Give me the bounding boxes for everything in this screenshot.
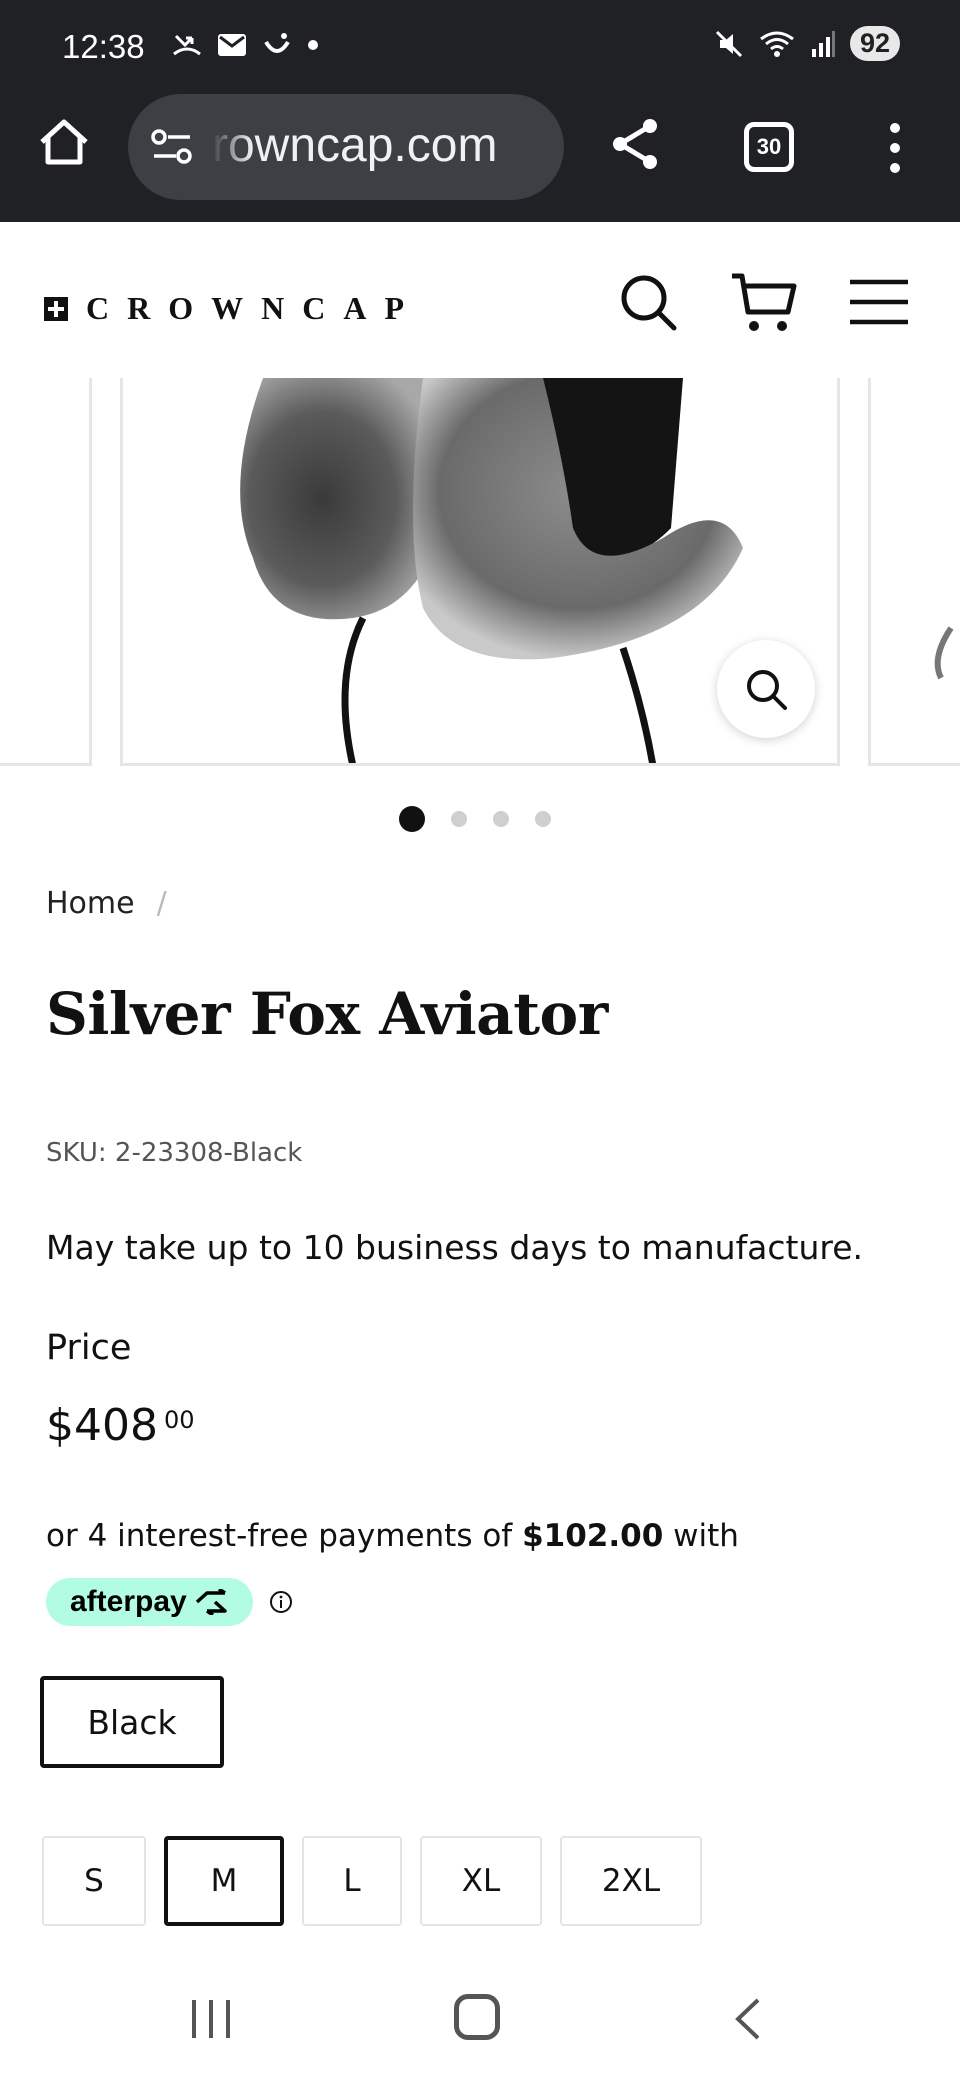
wifi-icon (760, 31, 794, 57)
zoom-icon (747, 670, 787, 710)
gallery-dots (0, 806, 960, 832)
afterpay-arrows-icon (195, 1589, 227, 1615)
product-gallery[interactable] (0, 378, 960, 768)
mute-icon (715, 30, 743, 57)
afterpay-prefix: or 4 interest-free payments of (46, 1518, 513, 1554)
product-title: Silver Fox Aviator (46, 980, 608, 1048)
next-image-edge (934, 626, 954, 680)
size-option-s[interactable]: S (42, 1836, 146, 1926)
color-option-black[interactable]: Black (40, 1676, 224, 1768)
gallery-slide-active[interactable] (120, 378, 840, 766)
url-bar: rowncap.com 30 (0, 92, 960, 202)
browser-chrome: 12:38 92 rowncap.com 30 (0, 0, 960, 222)
afterpay-suffix: with (673, 1518, 739, 1554)
price-cents: 00 (163, 1406, 195, 1434)
breadcrumb: Home / (46, 886, 167, 921)
gallery-dot[interactable] (535, 811, 551, 827)
home-icon[interactable] (36, 114, 92, 170)
back-icon[interactable] (730, 1996, 766, 2042)
gallery-slide-prev[interactable] (0, 378, 92, 766)
share-icon[interactable] (606, 114, 666, 174)
logo-text: CROWNCAP (86, 290, 422, 326)
breadcrumb-home[interactable]: Home (46, 886, 135, 921)
price-label: Price (46, 1328, 132, 1368)
size-options: S M L XL 2XL (42, 1836, 702, 1926)
afterpay-row: afterpay (46, 1578, 293, 1626)
battery-level: 92 (849, 26, 900, 61)
status-bar: 12:38 92 (0, 0, 960, 92)
logo-mark (44, 296, 68, 321)
breadcrumb-separator: / (156, 886, 167, 921)
afterpay-brand: afterpay (70, 1585, 187, 1618)
price-main: $408 (46, 1400, 158, 1451)
size-option-l[interactable]: L (302, 1836, 402, 1926)
address-field[interactable]: rowncap.com (128, 94, 564, 200)
size-option-xl[interactable]: XL (420, 1836, 542, 1926)
smile-icon (264, 33, 290, 53)
dot-icon (308, 40, 318, 50)
info-icon[interactable] (269, 1590, 293, 1614)
gallery-dot[interactable] (493, 811, 509, 827)
system-nav-bar (0, 1964, 960, 2080)
notification-icons (172, 30, 320, 60)
afterpay-logo[interactable]: afterpay (46, 1578, 253, 1626)
url-text: rowncap.com (212, 119, 498, 172)
zoom-button[interactable] (717, 640, 815, 738)
afterpay-amount: $102.00 (522, 1518, 664, 1554)
product-sku: SKU: 2-23308-Black (46, 1138, 303, 1168)
site-header: CROWNCAP (0, 222, 960, 378)
manufacture-note: May take up to 10 business days to manuf… (46, 1228, 864, 1267)
more-options-icon[interactable] (880, 118, 910, 178)
gallery-dot[interactable] (399, 806, 425, 832)
tab-switcher-button[interactable]: 30 (744, 122, 794, 172)
gallery-slide-next[interactable] (868, 378, 960, 766)
size-option-m[interactable]: M (164, 1836, 284, 1926)
product-price: $408 00 (46, 1400, 195, 1451)
missed-call-icon (173, 34, 201, 56)
gallery-dot[interactable] (451, 811, 467, 827)
mail-icon (218, 34, 246, 56)
url-fade (212, 94, 252, 200)
search-icon[interactable] (614, 268, 682, 336)
status-time: 12:38 (62, 28, 145, 65)
menu-icon[interactable] (846, 268, 914, 336)
recents-icon[interactable] (188, 1996, 234, 2042)
home-nav-button[interactable] (454, 1994, 500, 2040)
status-right: 92 (714, 26, 900, 61)
size-option-2xl[interactable]: 2XL (560, 1836, 702, 1926)
cart-icon[interactable] (730, 268, 798, 336)
site-logo[interactable]: CROWNCAP (44, 290, 422, 327)
site-settings-icon[interactable] (150, 127, 194, 167)
signal-icon (811, 30, 835, 57)
afterpay-message: or 4 interest-free payments of $102.00 w… (46, 1518, 739, 1554)
